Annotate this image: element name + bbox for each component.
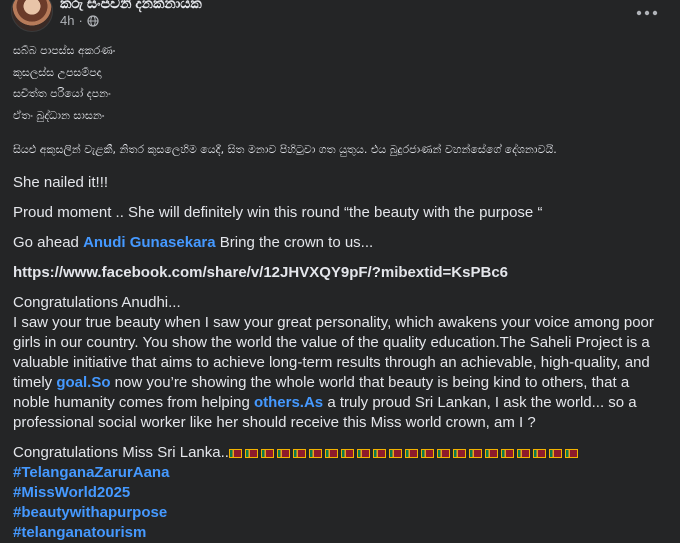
sri-lanka-flag-icon: [484, 449, 498, 458]
sri-lanka-flag-icon: [516, 449, 530, 458]
sinhala-verse: සබ්බ පාපස්ස අකරණං කුසලස්ස උපසම්පදා සචිත්…: [13, 40, 663, 126]
verse-line: ඒතං බුද්ධාන සාසනං: [13, 108, 105, 122]
sri-lanka-flag-icon: [468, 449, 482, 458]
globe-icon[interactable]: [87, 14, 99, 27]
post-time[interactable]: 4h: [60, 13, 74, 28]
share-url-link[interactable]: https://www.facebook.com/share/v/12JHVXQ…: [13, 264, 508, 281]
post-body: සබ්බ පාපස්ස අකරණං කුසලස්ස උපසම්පදා සචිත්…: [13, 40, 663, 543]
go-ahead-suffix: Bring the crown to us...: [215, 234, 374, 251]
inline-link[interactable]: goal.So: [56, 374, 110, 391]
inline-link[interactable]: others.As: [254, 394, 323, 411]
congrats-heading: Congratulations Anudhi...: [13, 294, 181, 311]
sri-lanka-flag-icon: [564, 449, 578, 458]
more-options-button[interactable]: [636, 0, 658, 23]
hashtag-list: #TelanganaZarurAana #MissWorld2025 #beau…: [13, 463, 663, 543]
sri-lanka-flag-icon: [404, 449, 418, 458]
long-paragraph: I saw your true beauty when I saw your g…: [13, 313, 663, 433]
sri-lanka-flag-icon: [308, 449, 322, 458]
sri-lanka-flag-icon: [228, 449, 242, 458]
go-ahead-prefix: Go ahead: [13, 234, 84, 251]
sri-lanka-flag-icon: [276, 449, 290, 458]
hashtag-link[interactable]: #TelanganaZarurAana: [13, 463, 663, 483]
congrats-sl-text: Congratulations Miss Sri Lanka..: [13, 444, 229, 461]
sri-lanka-flag-icon: [532, 449, 546, 458]
congrats-sl-line: Congratulations Miss Sri Lanka..: [13, 443, 663, 463]
verse-line: සචිත්ත පරියෝ දපනං: [13, 87, 111, 100]
sri-lanka-flag-icon: [244, 449, 258, 458]
share-url-line: https://www.facebook.com/share/v/12JHVXQ…: [13, 263, 663, 283]
more-horizontal-icon: [636, 10, 658, 16]
meta-separator: ·: [78, 13, 83, 28]
hashtag-link[interactable]: #MissWorld2025: [13, 483, 663, 503]
author-name[interactable]: කරු සංජවනි දනක්නායක: [60, 0, 202, 12]
post-meta: 4h ·: [60, 13, 99, 28]
flag-emoji-group: [228, 444, 581, 461]
sri-lanka-flag-icon: [452, 449, 466, 458]
hashtag-link[interactable]: #telanganatourism: [13, 523, 663, 543]
sri-lanka-flag-icon: [500, 449, 514, 458]
sri-lanka-flag-icon: [324, 449, 338, 458]
sri-lanka-flag-icon: [420, 449, 434, 458]
nailed-text: She nailed it!!!: [13, 174, 109, 191]
verse-line: සබ්බ පාපස්ස අකරණං: [13, 44, 116, 57]
sri-lanka-flag-icon: [260, 449, 274, 458]
sinhala-paragraph: සියළු අකුසලින් වැළකී, නිතර කුසලෙහිම යෙදී…: [13, 143, 557, 156]
sri-lanka-flag-icon: [548, 449, 562, 458]
verse-line: කුසලස්ස උපසම්පදා: [13, 65, 102, 79]
proud-text: Proud moment .. She will definitely win …: [13, 204, 543, 221]
sri-lanka-flag-icon: [340, 449, 354, 458]
post-header: කරු සංජවනි දනක්නායක 4h ·: [0, 0, 680, 38]
sri-lanka-flag-icon: [292, 449, 306, 458]
go-ahead-line: Go ahead Anudi Gunasekara Bring the crow…: [13, 233, 663, 253]
mention-link[interactable]: Anudi Gunasekara: [83, 234, 216, 251]
sri-lanka-flag-icon: [436, 449, 450, 458]
sri-lanka-flag-icon: [388, 449, 402, 458]
hashtag-link[interactable]: #beautywithapurpose: [13, 503, 663, 523]
sri-lanka-flag-icon: [356, 449, 370, 458]
sri-lanka-flag-icon: [372, 449, 386, 458]
author-avatar[interactable]: [11, 0, 53, 32]
